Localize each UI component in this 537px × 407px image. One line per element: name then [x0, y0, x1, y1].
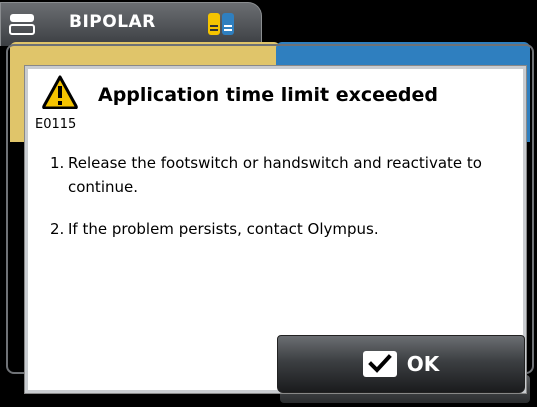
list-item: 2. If the problem persists, contact Olym…: [50, 217, 490, 241]
instruction-list: 1. Release the footswitch or handswitch …: [50, 151, 490, 259]
list-item: 1. Release the footswitch or handswitch …: [50, 151, 490, 199]
error-dialog: E0115 Application time limit exceeded 1.…: [25, 66, 526, 393]
item-number: 1.: [50, 154, 65, 172]
mode-title: BIPOLAR: [69, 12, 156, 32]
ok-label: OK: [406, 352, 440, 376]
ok-button[interactable]: OK: [277, 335, 525, 393]
item-text: If the problem persists, contact Olympus…: [68, 220, 379, 238]
item-number: 2.: [50, 220, 65, 238]
bipolar-indicator-icon: [208, 13, 234, 35]
dialog-title: Application time limit exceeded: [98, 84, 438, 106]
item-text: Release the footswitch or handswitch and…: [68, 154, 482, 196]
bipolar-device-icon: [9, 14, 35, 35]
warning-icon: [42, 75, 78, 109]
tab-bipolar[interactable]: BIPOLAR: [0, 2, 262, 46]
checkmark-icon: [362, 351, 397, 377]
error-code: E0115: [35, 117, 77, 132]
